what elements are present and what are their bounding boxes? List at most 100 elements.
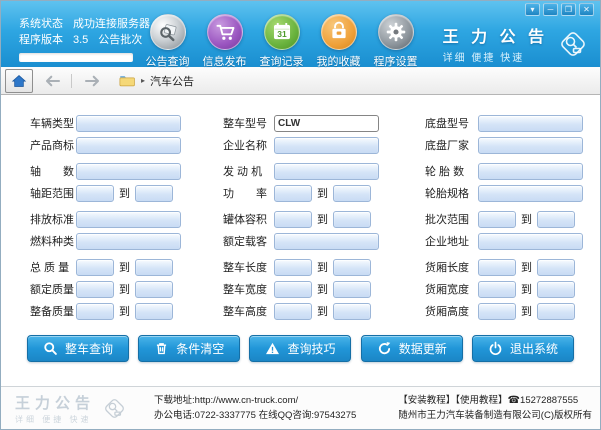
header: ▾─❐✕ 系统状态成功连接服务器 程序版本3.5公告批次0 公告查询信息发布31…: [1, 1, 600, 67]
forward-button[interactable]: [81, 72, 103, 90]
tank-volume-from-input[interactable]: [274, 211, 312, 228]
fuel-type-input[interactable]: [76, 233, 181, 250]
breadcrumb: ▸ 汽车公告: [119, 73, 194, 89]
field-emission-standard: 排放标准: [30, 210, 181, 228]
vehicle-height-from-input[interactable]: [274, 303, 312, 320]
form-row: 总 质 量到整车长度到货厢长度到: [1, 258, 600, 276]
tire-spec-input[interactable]: [478, 185, 583, 202]
forward-arrow-icon: [83, 75, 101, 87]
minimize-button[interactable]: ─: [543, 3, 558, 16]
power-to-input[interactable]: [333, 185, 371, 202]
chassis-maker-input[interactable]: [478, 137, 583, 154]
copyright: 随州市王力汽车装备制造有限公司(C)版权所有: [398, 408, 592, 423]
field-label: 企业名称: [223, 137, 274, 153]
footer-logo-title: 王力公告: [15, 392, 95, 413]
power-from-input[interactable]: [274, 185, 312, 202]
system-status-label: 系统状态: [19, 18, 63, 30]
cargo-height-from-input[interactable]: [478, 303, 516, 320]
toolbar-item-my-favorites[interactable]: 我的收藏: [310, 14, 367, 69]
chassis-model-input[interactable]: [478, 115, 583, 132]
rated-weight-from-input[interactable]: [76, 281, 114, 298]
button-label: 条件清空: [176, 340, 224, 357]
range-to-label: 到: [317, 281, 328, 297]
rated-weight-to-input[interactable]: [135, 281, 173, 298]
batch-to-input[interactable]: [537, 211, 575, 228]
field-label: 轮胎规格: [425, 185, 478, 201]
form-row: 车辆类型整车型号底盘型号: [1, 114, 600, 132]
field-label: 整车长度: [223, 259, 274, 275]
vehicle-width-to-input[interactable]: [333, 281, 371, 298]
field-label: 货厢长度: [425, 259, 478, 275]
program-version-value: 3.5: [73, 34, 88, 46]
query-form: 车辆类型整车型号底盘型号产品商标企业名称底盘厂家轴 数发 动 机轮 胎 数轴距范…: [1, 95, 600, 320]
range-to-label: 到: [317, 259, 328, 275]
brand-title: 王 力 公 告: [443, 23, 548, 47]
field-rated-passengers: 额定载客: [223, 232, 379, 250]
announcement-batch-label: 公告批次: [98, 34, 142, 46]
clear-conditions-button[interactable]: 条件清空: [138, 335, 240, 362]
field-cargo-width: 货厢宽度到: [425, 280, 575, 298]
gross-weight-to-input[interactable]: [135, 259, 173, 276]
cargo-width-to-input[interactable]: [537, 281, 575, 298]
field-label: 轴距范围: [30, 185, 76, 201]
tire-count-input[interactable]: [478, 163, 583, 180]
tank-volume-to-input[interactable]: [333, 211, 371, 228]
vehicle-length-from-input[interactable]: [274, 259, 312, 276]
gross-weight-from-input[interactable]: [76, 259, 114, 276]
emission-standard-input[interactable]: [76, 211, 181, 228]
toolbar-item-query-history[interactable]: 31查询记录: [253, 14, 310, 69]
field-label: 罐体容积: [223, 211, 274, 227]
vehicle-height-to-input[interactable]: [333, 303, 371, 320]
close-button[interactable]: ✕: [579, 3, 594, 16]
maximize-button[interactable]: ❐: [561, 3, 576, 16]
toolbar-item-program-settings[interactable]: 程序设置: [367, 14, 424, 69]
rated-passengers-input[interactable]: [274, 233, 379, 250]
toolbar-item-info-publish[interactable]: 信息发布: [196, 14, 253, 69]
wheelbase-to-input[interactable]: [135, 185, 173, 202]
range-to-label: 到: [119, 259, 130, 275]
field-label: 企业地址: [425, 233, 478, 249]
cargo-height-to-input[interactable]: [537, 303, 575, 320]
field-engine: 发 动 机: [223, 162, 379, 180]
curb-weight-to-input[interactable]: [135, 303, 173, 320]
vehicle-type-input[interactable]: [76, 115, 181, 132]
home-button[interactable]: [5, 69, 33, 93]
office-contact: 办公电话:0722-3337775 在线QQ咨询:97543275: [154, 408, 356, 423]
field-vehicle-model: 整车型号: [223, 114, 379, 132]
field-vehicle-length: 整车长度 到: [223, 258, 371, 276]
footer-contact-block: 下载地址:http://www.cn-truck.com/ 办公电话:0722-…: [154, 393, 356, 423]
query-tips-button[interactable]: 查询技巧: [249, 335, 351, 362]
field-label: 轮 胎 数: [425, 163, 478, 179]
vehicle-query-button[interactable]: 整车查询: [27, 335, 129, 362]
product-brand-input[interactable]: [76, 137, 181, 154]
form-row: 额定质量到整车宽度到货厢宽度到: [1, 280, 600, 298]
data-update-button[interactable]: 数据更新: [361, 335, 463, 362]
back-button[interactable]: [42, 72, 64, 90]
button-label: 查询技巧: [287, 340, 335, 357]
breadcrumb-text: 汽车公告: [150, 73, 194, 89]
vehicle-model-input[interactable]: [274, 115, 379, 132]
field-tire-spec: 轮胎规格: [425, 184, 583, 202]
field-cargo-height: 货厢高度到: [425, 302, 575, 320]
cargo-width-from-input[interactable]: [478, 281, 516, 298]
engine-input[interactable]: [274, 163, 379, 180]
cargo-length-to-input[interactable]: [537, 259, 575, 276]
toolbar-item-label: 信息发布: [203, 53, 247, 69]
curb-weight-from-input[interactable]: [76, 303, 114, 320]
range-to-label: 到: [317, 303, 328, 319]
wheelbase-from-input[interactable]: [76, 185, 114, 202]
batch-from-input[interactable]: [478, 211, 516, 228]
skin-button[interactable]: ▾: [525, 3, 540, 16]
exit-system-button[interactable]: 退出系统: [472, 335, 574, 362]
company-name-input[interactable]: [274, 137, 379, 154]
vehicle-length-to-input[interactable]: [333, 259, 371, 276]
axle-count-input[interactable]: [76, 163, 181, 180]
range-to-label: 到: [521, 211, 532, 227]
footer-logo: 王力公告 详细 便捷 快速: [15, 392, 128, 425]
field-label: 燃料种类: [30, 233, 76, 249]
toolbar-item-announcement-query[interactable]: 公告查询: [139, 14, 196, 69]
cargo-length-from-input[interactable]: [478, 259, 516, 276]
vehicle-width-from-input[interactable]: [274, 281, 312, 298]
company-address-input[interactable]: [478, 233, 583, 250]
field-label: 整车高度: [223, 303, 274, 319]
